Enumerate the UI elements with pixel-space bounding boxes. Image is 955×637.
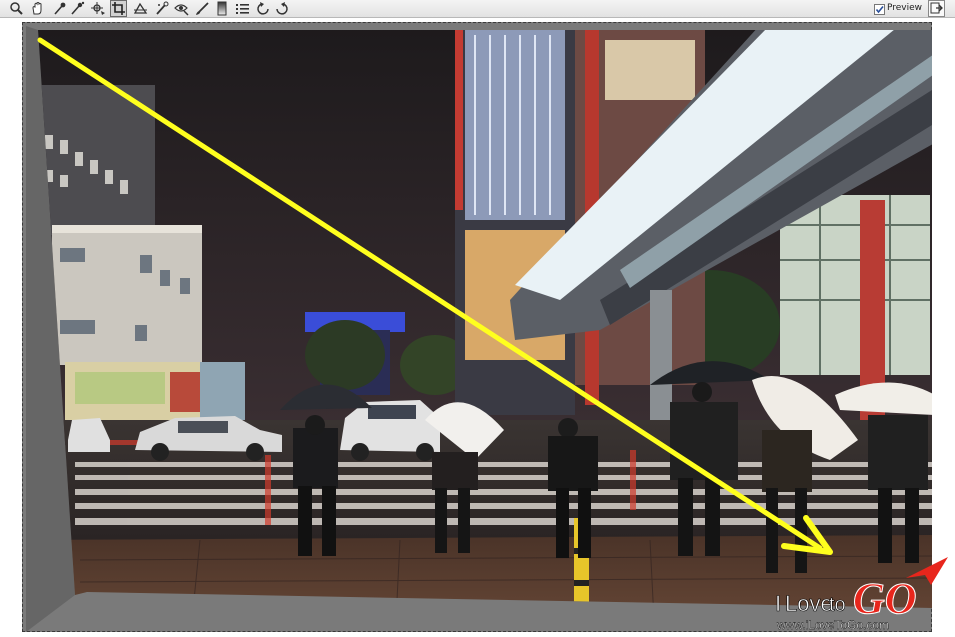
svg-text:Love: Love bbox=[785, 591, 833, 616]
svg-text:GO: GO bbox=[853, 574, 917, 623]
svg-text:www.iLoveToGo.com: www.iLoveToGo.com bbox=[776, 618, 889, 632]
watermark-logo: I Love to GO www.iLoveToGo.com bbox=[771, 553, 951, 633]
svg-text:I: I bbox=[775, 591, 781, 616]
svg-text:to: to bbox=[829, 594, 846, 616]
photo-preview[interactable] bbox=[0, 0, 955, 637]
tree bbox=[305, 320, 385, 390]
